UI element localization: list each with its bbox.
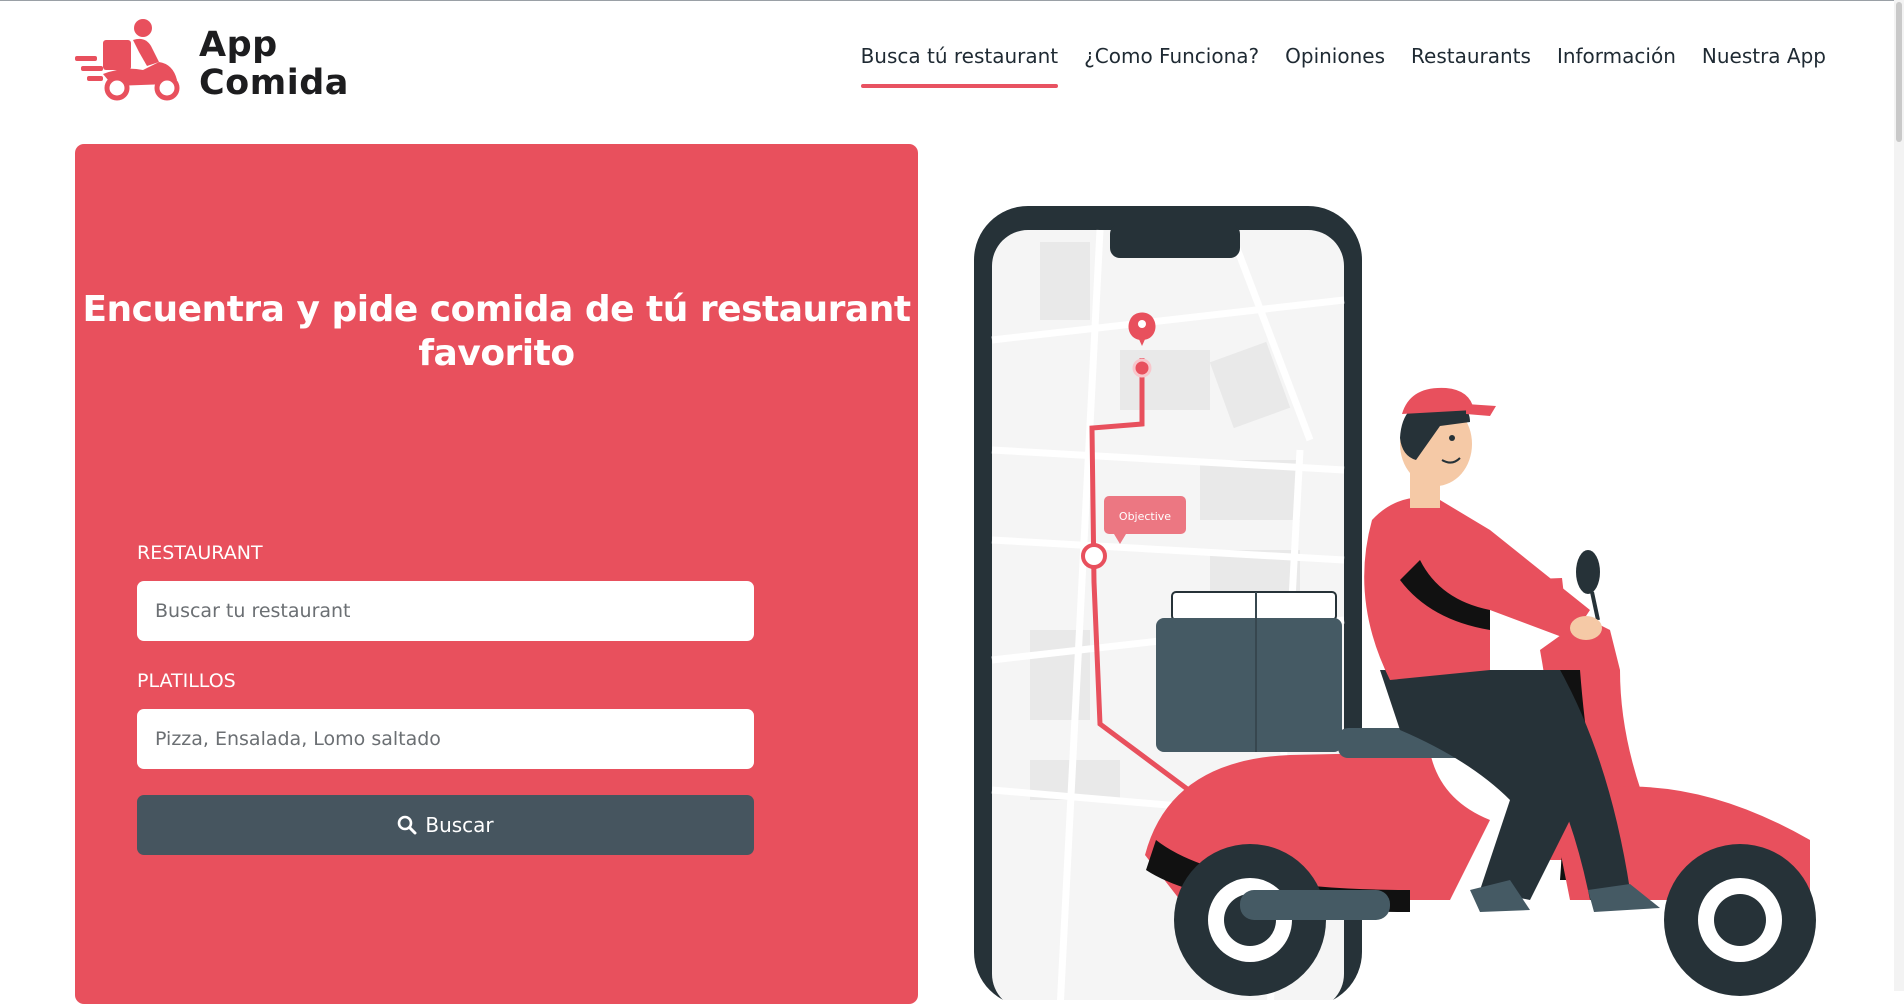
brand-name: App Comida [199,26,349,102]
delivery-scooter-logo-icon [75,19,180,101]
nav-item-como-funciona[interactable]: ¿Como Funciona? [1084,44,1259,88]
restaurant-search-input[interactable] [137,581,754,641]
page-scrollbar[interactable] [1894,0,1904,991]
nav-item-informacion[interactable]: Información [1557,44,1676,88]
nav-item-busca-restaurant[interactable]: Busca tú restaurant [860,44,1058,88]
search-heading: Encuentra y pide comida de tú restaurant… [82,289,911,374]
platillos-search-input[interactable] [137,709,754,769]
brand-logo[interactable]: App Comida [73,18,353,102]
delivery-box-illustration [1156,591,1342,752]
buscar-button-label: Buscar [425,813,494,837]
search-panel: Encuentra y pide comida de tú restaurant… [75,144,918,1004]
nav-item-nuestra-app[interactable]: Nuestra App [1702,44,1826,88]
buscar-button[interactable]: Buscar [137,795,754,855]
window-top-border [0,0,1904,1]
nav-item-restaurants[interactable]: Restaurants [1411,44,1531,88]
main-nav: Busca tú restaurant ¿Como Funciona? Opin… [860,44,1826,88]
search-icon [398,815,417,835]
scrollbar-thumb[interactable] [1896,2,1902,142]
platillos-label: PLATILLOS [137,670,236,692]
brand-name-line1: App [199,25,278,65]
nav-item-opiniones[interactable]: Opiniones [1285,44,1385,88]
brand-name-line2: Comida [199,63,349,103]
delivery-illustration: Objective [974,206,1816,1000]
restaurant-label: RESTAURANT [137,542,263,564]
map-objective-bubble: Objective [1119,510,1171,523]
